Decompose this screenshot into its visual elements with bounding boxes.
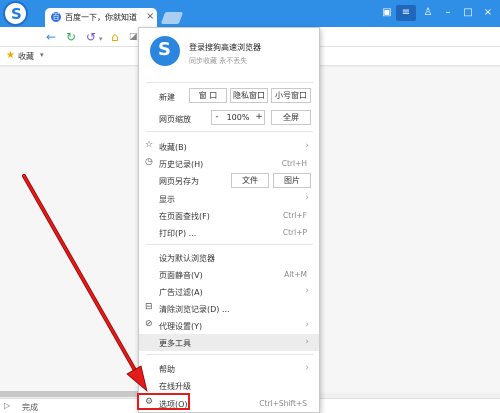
clock-icon: ◷ [145,157,153,167]
new-small-window-button[interactable]: 小号窗口 [271,88,311,103]
menu-item-more-tools[interactable]: 更多工具 › [139,334,319,351]
undo-close-icon[interactable]: ↺ [86,29,96,45]
tab-close-icon[interactable]: × [146,11,154,22]
menu-item-help[interactable]: 帮助 › [139,360,319,377]
refresh-icon[interactable]: ↻ [66,29,76,45]
menu-divider [146,82,313,83]
fullscreen-button[interactable]: 全屏 [271,110,311,125]
horizontal-scrollbar[interactable] [0,391,140,397]
menu-item-mute[interactable]: 页面静音(V) Alt+M [139,266,319,283]
menu-divider [146,354,313,355]
tab-title: 百度一下，你就知道 [65,13,137,22]
back-arrow-icon[interactable]: ← [46,29,56,45]
chevron-right-icon: › [305,286,309,296]
avatar[interactable]: S [150,36,180,66]
chevron-right-icon: › [305,337,309,347]
menu-item-print[interactable]: 打印(P) ... Ctrl+P [139,224,319,241]
main-menu-button[interactable]: ≡ [396,5,416,21]
new-tab-button[interactable] [160,12,184,24]
proxy-link-icon: ⊘ [145,319,153,329]
new-private-window-button[interactable]: 隐私窗口 [230,88,268,103]
menu-divider [146,244,313,245]
bookmarks-dropdown-icon[interactable]: ▾ [40,51,44,59]
status-play-icon[interactable]: ▷ [4,401,10,410]
menu-item-display[interactable]: 显示 › [139,190,319,207]
save-as-image-button[interactable]: 图片 [273,173,311,188]
minimize-icon[interactable]: – [438,5,458,21]
menu-item-ad-filter[interactable]: 广告过滤(A) › [139,283,319,300]
new-window-button[interactable]: 窗 口 [189,88,227,103]
maximize-icon[interactable]: □ [458,5,478,21]
bookmark-star-icon: ★ [6,50,15,61]
baidu-favicon-icon: 百 [51,12,61,22]
zoom-label: 网页缩放 [159,115,191,124]
menu-item-clear-history[interactable]: ⊟ 清除浏览记录(D) ... [139,300,319,317]
chevron-right-icon: › [305,363,309,373]
sogou-logo[interactable]: S [3,1,28,26]
zoom-in-button[interactable]: + [253,110,265,125]
tab-baidu[interactable]: 百 百度一下，你就知道 × [45,8,157,27]
menu-divider [146,131,313,132]
login-section[interactable]: S 登录搜狗高速浏览器 同步收藏 永不丢失 [139,28,319,81]
login-subtitle: 同步收藏 永不丢失 [189,57,248,65]
menu-item-favorites[interactable]: ☆ 收藏(B) › [139,138,319,155]
title-bar: S 百 百度一下，你就知道 × ▣ ≡ ♙ – □ × [0,0,500,27]
save-as-label: 网页另存为 [159,177,199,186]
main-menu: S 登录搜狗高速浏览器 同步收藏 永不丢失 新建 窗 口 隐私窗口 小号窗口 网… [138,27,320,413]
bookmarks-label[interactable]: 收藏 [18,51,34,62]
home-icon[interactable]: ⌂ [111,29,119,45]
menu-item-history[interactable]: ◷ 历史记录(H) Ctrl+H [139,155,319,172]
page-action-icon[interactable]: ◪ [129,29,138,45]
clear-data-icon: ⊟ [145,302,153,312]
menu-item-online-update[interactable]: 在线升级 [139,377,319,394]
zoom-value: 100% [226,113,250,122]
options-highlight-box [137,393,190,410]
star-icon: ☆ [145,140,154,150]
menu-item-find[interactable]: 在页面查找(F) Ctrl+F [139,207,319,224]
undo-dropdown-icon[interactable]: ▾ [99,31,103,47]
save-as-file-button[interactable]: 文件 [231,173,269,188]
chevron-right-icon: › [305,193,309,203]
menu-item-proxy[interactable]: ⊘ 代理设置(Y) › [139,317,319,334]
status-text: 完成 [22,403,38,412]
chevron-right-icon: › [305,141,309,151]
zoom-out-button[interactable]: - [211,110,223,125]
skin-icon[interactable]: ♙ [418,5,438,21]
chevron-right-icon: › [305,320,309,330]
login-title[interactable]: 登录搜狗高速浏览器 [189,42,261,53]
reading-mode-icon[interactable]: ▣ [377,5,397,21]
close-window-icon[interactable]: × [478,5,498,21]
new-label: 新建 [159,93,175,102]
menu-item-default-browser[interactable]: 设为默认浏览器 [139,249,319,266]
